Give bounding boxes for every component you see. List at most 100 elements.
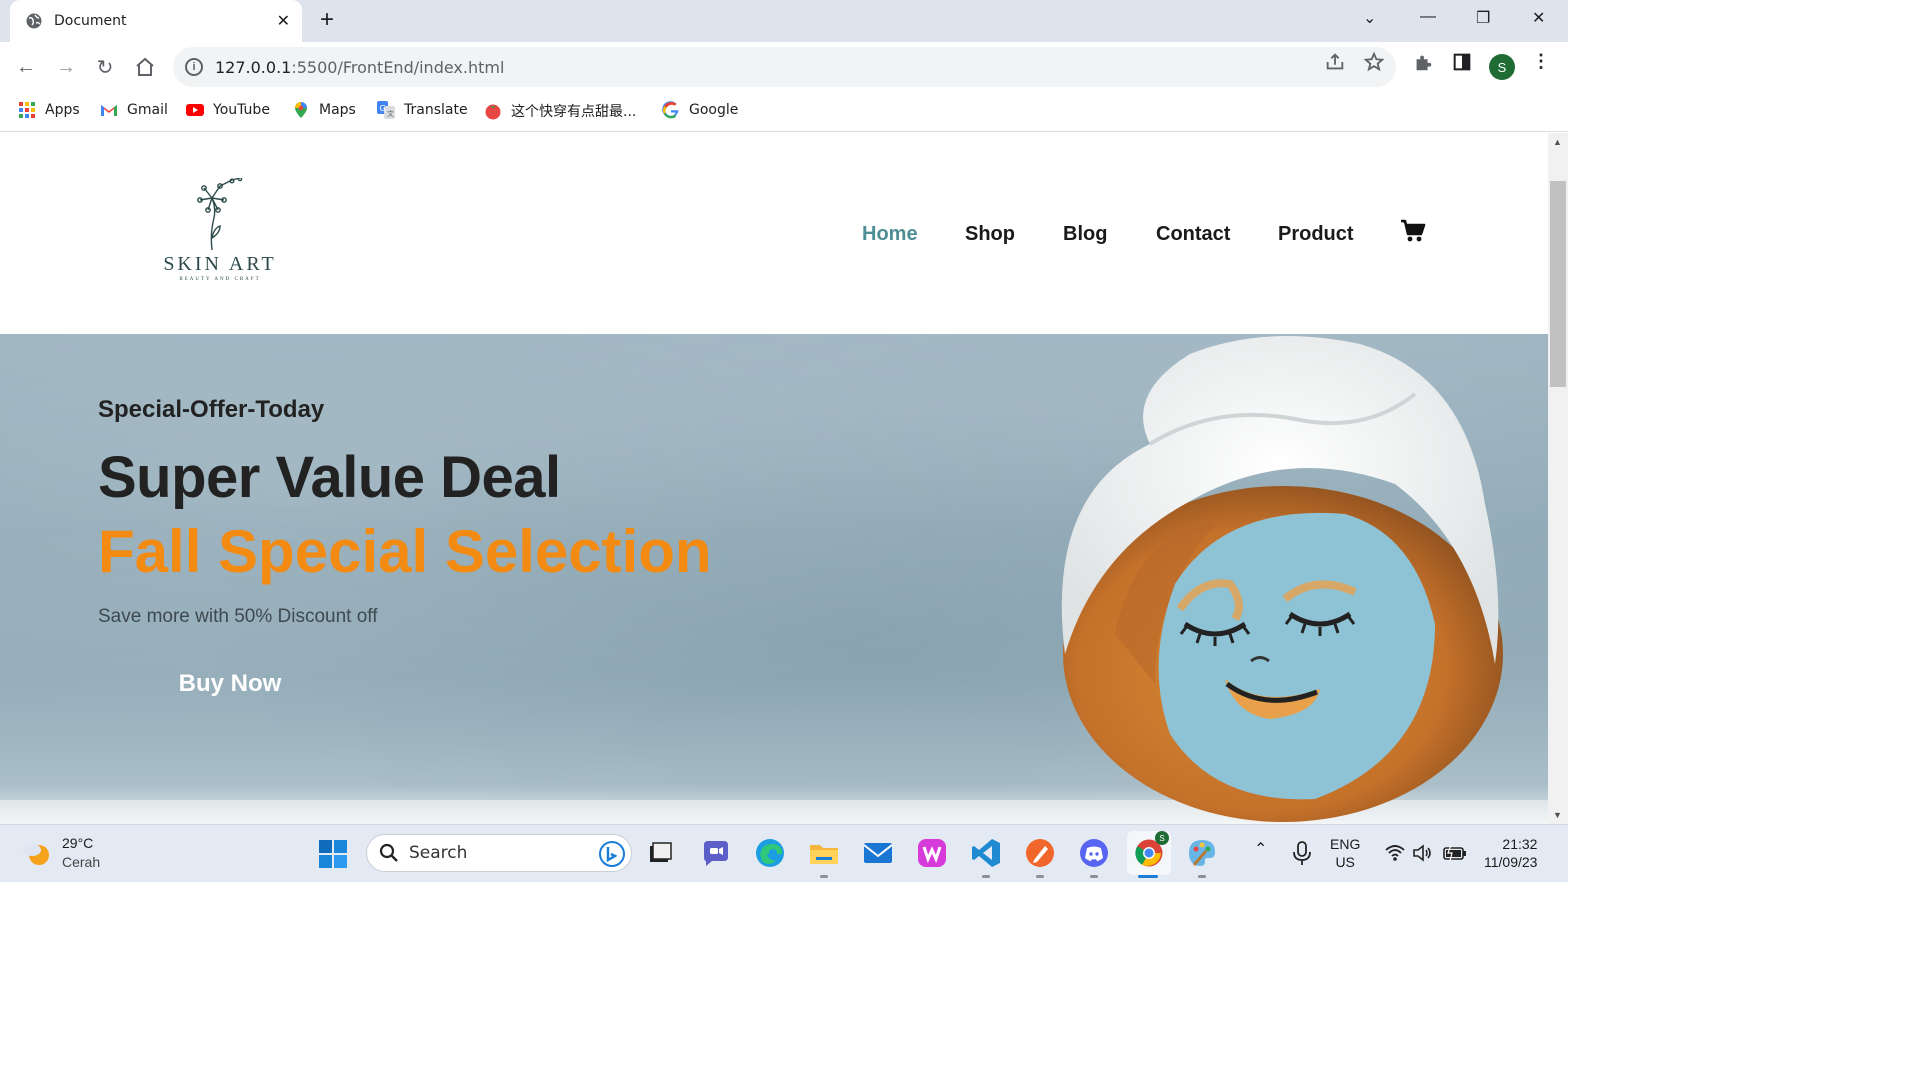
teams-chat-icon[interactable] <box>700 837 732 869</box>
volume-icon[interactable] <box>1412 842 1434 864</box>
chrome-taskbar-button[interactable]: S <box>1127 831 1171 875</box>
clock-time: 21:32 <box>1502 836 1538 852</box>
browser-toolbar: ← → ↻ i 127.0.0.1:5500/FrontEnd/index.ht… <box>0 42 1568 92</box>
tab-title: Document <box>54 13 127 29</box>
wifi-icon[interactable] <box>1384 842 1406 864</box>
language-region: US <box>1335 854 1355 870</box>
chrome-profile-badge: S <box>1155 831 1169 845</box>
mail-icon[interactable] <box>862 837 894 869</box>
battery-charging-icon[interactable] <box>1442 842 1468 864</box>
address-bar[interactable]: i 127.0.0.1:5500/FrontEnd/index.html <box>173 47 1396 87</box>
site-info-icon[interactable]: i <box>185 58 203 76</box>
page-viewport: SKIN ART BEAUTY AND CRAFT Home Shop Blog… <box>0 133 1548 824</box>
bookmark-maps[interactable]: Maps <box>292 101 356 119</box>
side-panel-icon[interactable] <box>1451 51 1473 73</box>
vscode-icon[interactable] <box>970 837 1002 869</box>
bookmark-label: 这个快穿有点甜最... <box>511 104 637 120</box>
dandelion-logo-icon <box>197 178 243 250</box>
bookmark-label: Gmail <box>127 102 168 118</box>
hero-subtext: Save more with 50% Discount off <box>98 606 378 627</box>
restore-icon[interactable]: ❐ <box>1476 8 1490 28</box>
bookmarks-bar: Apps Gmail YouTube Maps G文 Translate 这个快… <box>0 92 1568 132</box>
svg-text:G: G <box>380 104 386 113</box>
new-tab-icon[interactable]: + <box>320 8 334 32</box>
youtube-icon <box>186 104 204 116</box>
weather-widget[interactable]: 29°C Cerah <box>22 834 100 872</box>
bookmark-gmail[interactable]: Gmail <box>100 101 168 119</box>
scroll-up-icon[interactable]: ▲ <box>1553 137 1562 147</box>
maps-icon <box>295 102 307 118</box>
tab-search-icon[interactable]: ⌄ <box>1363 8 1376 28</box>
logo-tagline: BEAUTY AND CRAFT <box>179 277 261 282</box>
back-icon[interactable]: ← <box>14 55 38 79</box>
home-icon[interactable] <box>133 55 157 79</box>
profile-avatar[interactable]: S <box>1489 54 1515 80</box>
language-indicator[interactable]: ENG US <box>1330 835 1360 871</box>
discord-icon[interactable] <box>1078 837 1110 869</box>
bing-icon[interactable] <box>599 841 625 867</box>
search-icon <box>379 843 398 862</box>
paint-icon[interactable] <box>1186 837 1218 869</box>
partly-sunny-icon <box>23 844 49 865</box>
cart-icon[interactable] <box>1400 218 1426 244</box>
clock[interactable]: 21:32 11/09/23 <box>1484 835 1537 871</box>
hero-highlight: Fall Special Selection <box>98 518 712 585</box>
nav-product[interactable]: Product <box>1278 223 1354 246</box>
scrollbar-thumb[interactable] <box>1550 181 1566 387</box>
nav-home[interactable]: Home <box>862 223 918 246</box>
translate-icon: G文 <box>377 101 395 119</box>
microphone-icon[interactable] <box>1290 840 1314 866</box>
language-code: ENG <box>1330 836 1361 852</box>
extensions-icon[interactable] <box>1412 51 1434 73</box>
svg-text:文: 文 <box>387 109 394 118</box>
page-scrollbar[interactable]: ▲ ▼ <box>1548 133 1568 824</box>
bookmark-apps[interactable]: Apps <box>18 101 80 119</box>
logo-brand: SKIN ART <box>163 253 277 275</box>
start-windows-icon[interactable] <box>317 838 349 870</box>
search-placeholder: Search <box>409 843 468 863</box>
site-logo[interactable]: SKIN ART BEAUTY AND CRAFT <box>150 178 290 288</box>
bookmark-label: Apps <box>45 102 80 118</box>
bookmark-label: Translate <box>404 102 468 118</box>
edge-icon[interactable] <box>754 837 786 869</box>
wps-office-icon[interactable] <box>916 837 948 869</box>
url-host: 127.0.0.1 <box>215 57 292 77</box>
draw-app-icon[interactable] <box>1024 837 1056 869</box>
gmail-icon <box>101 105 117 116</box>
window-close-icon[interactable]: ✕ <box>1532 8 1545 28</box>
weather-temperature: 29°C <box>62 835 94 851</box>
bookmark-translate[interactable]: G文 Translate <box>377 101 468 119</box>
menu-kebab-icon[interactable]: ⋮ <box>1530 51 1552 73</box>
hero-headline: Super Value Deal <box>98 445 561 510</box>
url-path: :5500/FrontEnd/index.html <box>291 57 505 77</box>
pumpkin-towel-image <box>1061 336 1503 822</box>
bookmark-star-icon[interactable] <box>1363 51 1385 73</box>
globe-icon <box>26 13 42 29</box>
apps-grid-icon <box>19 102 35 118</box>
nav-blog[interactable]: Blog <box>1063 223 1107 246</box>
hero-offer: Special-Offer-Today <box>98 396 325 423</box>
task-view-icon[interactable] <box>644 837 676 869</box>
close-tab-icon[interactable]: ✕ <box>277 11 290 31</box>
bookmark-label: Google <box>689 102 739 118</box>
buy-now-button[interactable]: Buy Now <box>148 660 312 708</box>
scroll-down-icon[interactable]: ▼ <box>1553 810 1562 820</box>
site-header: SKIN ART BEAUTY AND CRAFT Home Shop Blog… <box>0 133 1548 334</box>
bookmark-google[interactable]: Google <box>662 101 738 119</box>
share-icon[interactable] <box>1324 51 1346 73</box>
reload-icon[interactable]: ↻ <box>93 55 117 79</box>
nav-contact[interactable]: Contact <box>1156 223 1230 246</box>
tab-strip: Document ✕ + ⌄ — ❐ ✕ <box>0 0 1568 42</box>
nav-shop[interactable]: Shop <box>965 223 1015 246</box>
minimize-icon[interactable]: — <box>1420 8 1436 26</box>
bookmark-novel[interactable]: 这个快穿有点甜最... <box>484 101 636 121</box>
bookmark-youtube[interactable]: YouTube <box>186 101 270 119</box>
bookmark-label: Maps <box>319 102 356 118</box>
show-hidden-icons-icon[interactable]: ⌃ <box>1254 841 1267 859</box>
hero-banner: Special-Offer-Today Super Value Deal Fal… <box>0 334 1548 824</box>
google-icon <box>662 101 679 119</box>
file-explorer-icon[interactable] <box>808 837 840 869</box>
taskbar-search[interactable]: Search <box>366 834 632 872</box>
forward-icon[interactable]: → <box>54 55 78 79</box>
browser-tab[interactable]: Document ✕ <box>10 0 302 42</box>
